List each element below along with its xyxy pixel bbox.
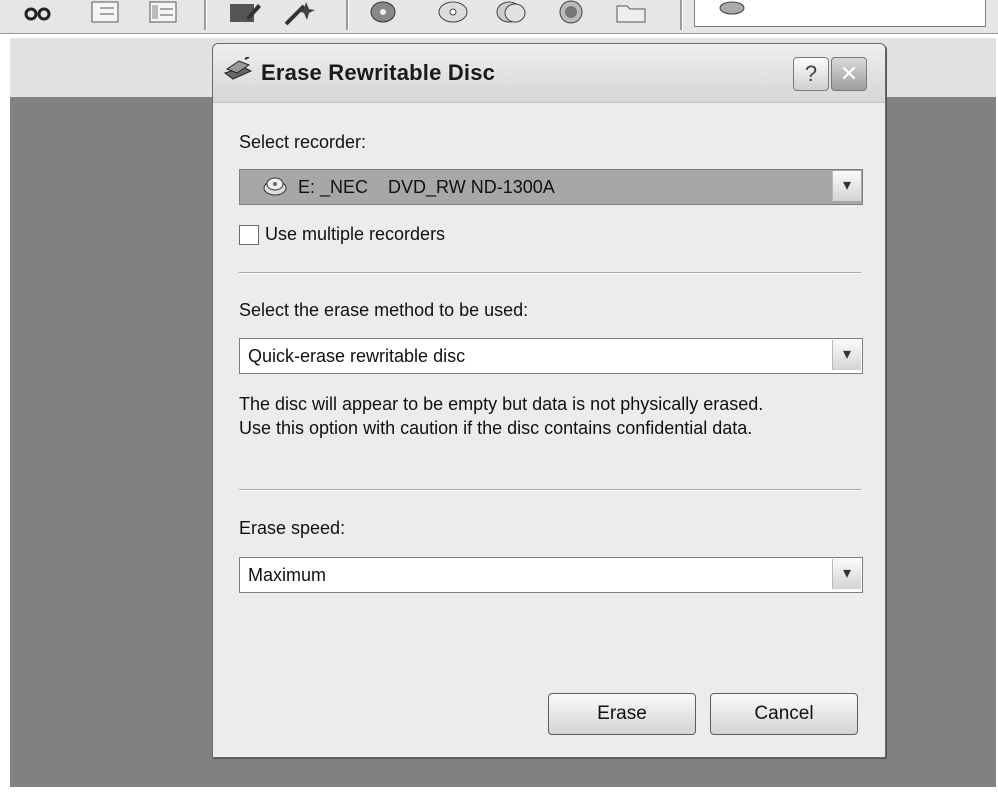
scissors-icon[interactable]: [22, 0, 56, 26]
list-icon[interactable]: [88, 0, 122, 26]
folder-icon[interactable]: [614, 0, 648, 26]
erase-disc-icon: [223, 57, 253, 80]
help-button[interactable]: ?: [793, 57, 829, 91]
erase-method-label: Select the erase method to be used:: [239, 300, 529, 320]
recorder-value: E: _NEC DVD_RW ND-1300A: [298, 177, 555, 197]
main-toolbar: [0, 0, 998, 34]
toolbar-separator: [346, 0, 349, 30]
close-button[interactable]: ✕: [831, 57, 867, 91]
cancel-button[interactable]: Cancel: [710, 693, 858, 735]
chevron-down-icon[interactable]: ▾: [832, 171, 861, 201]
recorder-dropdown[interactable]: E: _NEC DVD_RW ND-1300A ▾: [239, 169, 863, 205]
list-view-icon[interactable]: [146, 0, 180, 26]
erase-speed-label: Erase speed:: [239, 518, 346, 538]
cd-icon[interactable]: [436, 0, 470, 26]
erase-method-description-line2: Use this option with caution if the disc…: [239, 418, 753, 438]
multiple-recorders-checkbox[interactable]: [239, 225, 259, 245]
dialog-title: Erase Rewritable Disc: [261, 60, 496, 85]
erase-speed-dropdown[interactable]: Maximum ▾: [239, 557, 863, 593]
edit-icon[interactable]: [228, 0, 262, 26]
multiple-recorders-label[interactable]: Use multiple recorders: [265, 224, 445, 245]
record-icon[interactable]: [554, 0, 588, 26]
erase-button[interactable]: Erase: [548, 693, 696, 735]
erase-method-description-line1: The disc will appear to be empty but dat…: [239, 394, 764, 414]
chevron-down-icon[interactable]: ▾: [832, 340, 861, 370]
toolbar-separator: [680, 0, 683, 30]
disc-copy-icon[interactable]: [494, 0, 528, 26]
erase-speed-value: Maximum: [248, 565, 327, 585]
wizard-icon[interactable]: [282, 0, 316, 26]
chevron-down-icon[interactable]: ▾: [832, 559, 861, 589]
divider: [239, 489, 861, 491]
divider: [239, 272, 861, 274]
disc-icon[interactable]: [366, 0, 400, 26]
erase-method-value: Quick-erase rewritable disc: [248, 346, 466, 366]
erase-method-dropdown[interactable]: Quick-erase rewritable disc ▾: [239, 338, 863, 374]
toolbar-separator: [204, 0, 207, 30]
image-recorder-icon: [719, 1, 745, 15]
select-recorder-label: Select recorder:: [239, 132, 367, 152]
dialog-titlebar[interactable]: Erase Rewritable Disc ? ✕: [213, 44, 885, 103]
recorder-selector-field[interactable]: [694, 0, 986, 27]
drive-icon: [263, 177, 287, 196]
erase-disc-dialog: Erase Rewritable Disc ? ✕ Select recorde…: [212, 43, 886, 758]
